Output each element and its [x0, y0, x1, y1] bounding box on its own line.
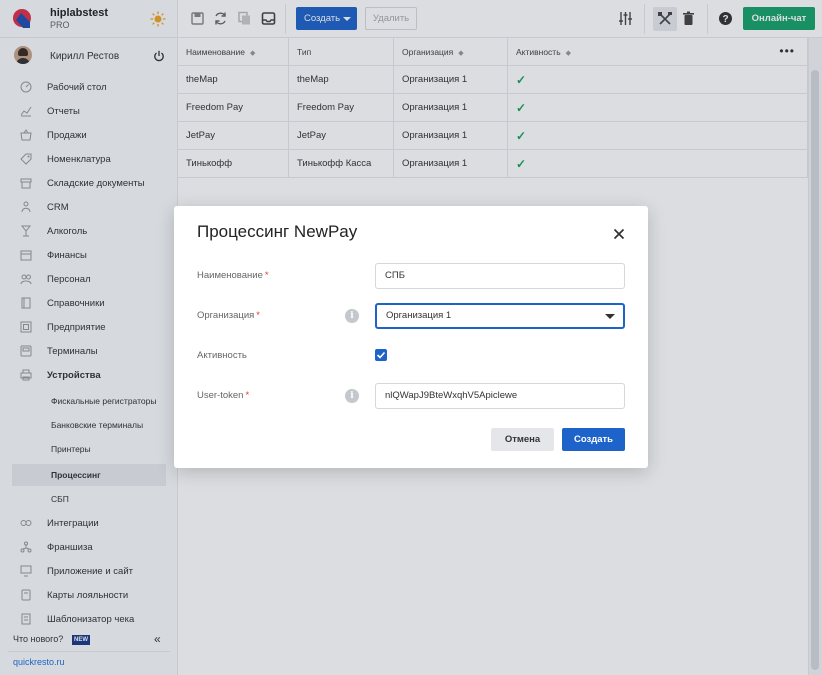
label-text: Организация	[197, 310, 255, 321]
organization-field-label: Организация *	[197, 310, 260, 321]
close-icon[interactable]	[613, 228, 625, 240]
dialog-title: Процессинг NewPay	[197, 222, 358, 241]
info-icon[interactable]: i	[345, 389, 359, 403]
name-field-label: Наименование *	[197, 270, 269, 281]
label-text: Наименование	[197, 270, 263, 281]
required-mark: *	[256, 310, 260, 321]
required-mark: *	[264, 270, 269, 281]
info-icon[interactable]: i	[345, 309, 359, 323]
organization-select-value: Организация 1	[386, 310, 452, 321]
activity-field-label: Активность	[197, 350, 247, 361]
required-mark: *	[245, 390, 250, 401]
name-input[interactable]: СПБ	[375, 263, 625, 289]
activity-checkbox[interactable]	[375, 349, 387, 361]
create-button[interactable]: Создать	[562, 428, 625, 451]
user-token-input[interactable]: nlQWapJ9BteWxqhV5Apiclewe	[375, 383, 625, 409]
chevron-down-icon	[605, 314, 615, 319]
cancel-button[interactable]: Отмена	[491, 428, 554, 451]
check-icon	[376, 351, 386, 359]
processing-dialog: Процессинг NewPay Наименование * СПБ Орга…	[174, 206, 648, 468]
user-token-field-label: User-token *	[197, 390, 249, 401]
organization-select[interactable]: Организация 1	[375, 303, 625, 329]
label-text: User-token	[197, 390, 244, 401]
